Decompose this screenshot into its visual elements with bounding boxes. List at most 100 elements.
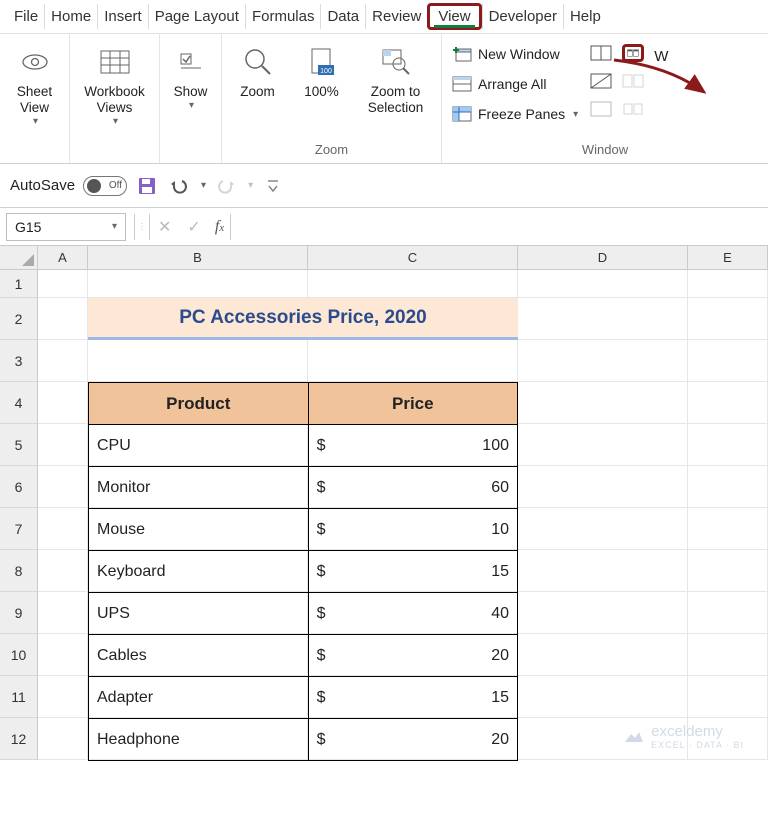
tab-file[interactable]: File [8, 4, 44, 29]
freeze-panes-label: Freeze Panes [478, 106, 565, 122]
tab-home[interactable]: Home [44, 4, 97, 29]
cell-price[interactable]: $20 [308, 719, 517, 761]
zoom-button[interactable]: Zoom [226, 40, 290, 104]
table-row[interactable]: Adapter$15 [89, 677, 518, 719]
table-row[interactable]: Monitor$60 [89, 467, 518, 509]
row-header-3[interactable]: 3 [0, 340, 38, 382]
sheet-title[interactable]: PC Accessories Price, 2020 [88, 298, 518, 340]
freeze-panes-button[interactable]: Freeze Panes ▾ [450, 102, 580, 126]
sheet-view-button[interactable]: Sheet View ▾ [0, 40, 70, 132]
row-header-10[interactable]: 10 [0, 634, 38, 676]
table-row[interactable]: CPU$100 [89, 425, 518, 467]
formula-input[interactable] [231, 213, 768, 241]
cell-price[interactable]: $60 [308, 467, 517, 509]
row-header-12[interactable]: 12 [0, 718, 38, 760]
undo-button[interactable] [167, 174, 191, 198]
th-price[interactable]: Price [308, 383, 517, 425]
row-header-11[interactable]: 11 [0, 676, 38, 718]
qat-customize[interactable] [261, 174, 285, 198]
tab-page-layout[interactable]: Page Layout [148, 4, 245, 29]
table-row[interactable]: Mouse$10 [89, 509, 518, 551]
autosave-state: Off [109, 180, 122, 191]
cutoff-text: W [650, 40, 668, 65]
arrange-all-icon [452, 76, 472, 92]
cell-price[interactable]: $15 [308, 551, 517, 593]
zoom-selection-label: Zoom to Selection [362, 84, 430, 116]
unhide-button[interactable] [590, 100, 612, 118]
cell-product[interactable]: Headphone [89, 719, 309, 761]
row-header-9[interactable]: 9 [0, 592, 38, 634]
name-box[interactable]: G15 ▾ [6, 213, 126, 241]
th-product[interactable]: Product [89, 383, 309, 425]
cell-product[interactable]: Adapter [89, 677, 309, 719]
cell-price[interactable]: $20 [308, 635, 517, 677]
group-window: New Window Arrange All Freeze Panes ▾ [442, 34, 768, 163]
cell-price[interactable]: $40 [308, 593, 517, 635]
table-row[interactable]: Cables$20 [89, 635, 518, 677]
redo-dropdown[interactable]: ▾ [248, 180, 253, 191]
new-window-button[interactable]: New Window [450, 42, 580, 66]
table-row[interactable]: UPS$40 [89, 593, 518, 635]
cell-product[interactable]: Mouse [89, 509, 309, 551]
arrange-all-button[interactable]: Arrange All [450, 72, 580, 96]
cell-price[interactable]: $10 [308, 509, 517, 551]
show-button[interactable]: Show ▾ [163, 40, 219, 116]
freeze-panes-icon [452, 106, 472, 122]
col-header-C[interactable]: C [308, 246, 518, 269]
cancel-icon[interactable]: ✕ [150, 217, 179, 237]
tab-help[interactable]: Help [563, 4, 607, 29]
group-workbook-views: Workbook Views ▾ [70, 34, 160, 163]
autosave-toggle[interactable]: Off [83, 176, 127, 196]
new-window-icon [452, 46, 472, 62]
workbook-views-button[interactable]: Workbook Views ▾ [73, 40, 157, 132]
cell-product[interactable]: Cables [89, 635, 309, 677]
cell-product[interactable]: CPU [89, 425, 309, 467]
undo-dropdown[interactable]: ▾ [201, 180, 206, 191]
sync-scroll-button[interactable] [622, 72, 644, 90]
row-header-2[interactable]: 2 [0, 298, 38, 340]
tab-insert[interactable]: Insert [97, 4, 148, 29]
select-all-button[interactable] [0, 246, 38, 269]
reset-window-button[interactable] [622, 100, 644, 118]
row-header-8[interactable]: 8 [0, 550, 38, 592]
zoom-100-button[interactable]: 100 100% [292, 40, 352, 104]
col-header-D[interactable]: D [518, 246, 688, 269]
row-header-7[interactable]: 7 [0, 508, 38, 550]
cell-product[interactable]: UPS [89, 593, 309, 635]
col-header-B[interactable]: B [88, 246, 308, 269]
checkbox-icon [179, 44, 203, 80]
name-box-value: G15 [15, 219, 41, 235]
quick-access-toolbar: AutoSave Off ▾ ▾ [0, 164, 768, 208]
cell-price[interactable]: $100 [308, 425, 517, 467]
row-header-6[interactable]: 6 [0, 466, 38, 508]
enter-icon[interactable]: ✓ [179, 217, 208, 237]
tab-view[interactable]: View [427, 3, 481, 30]
tab-review[interactable]: Review [365, 4, 427, 29]
cell-product[interactable]: Keyboard [89, 551, 309, 593]
watermark-tag: EXCEL · DATA · BI [651, 740, 744, 750]
hide-button[interactable] [590, 72, 612, 90]
row-header-4[interactable]: 4 [0, 382, 38, 424]
cell-price[interactable]: $15 [308, 677, 517, 719]
show-label: Show [174, 84, 208, 100]
table-row[interactable]: Keyboard$15 [89, 551, 518, 593]
col-header-E[interactable]: E [688, 246, 768, 269]
tab-data[interactable]: Data [320, 4, 365, 29]
fx-icon[interactable]: fx [209, 218, 230, 236]
row-header-1[interactable]: 1 [0, 270, 38, 298]
zoom-label: Zoom [240, 84, 275, 100]
view-side-by-side-button[interactable] [622, 44, 644, 62]
cell-product[interactable]: Monitor [89, 467, 309, 509]
table-row[interactable]: Headphone$20 [89, 719, 518, 761]
tab-formulas[interactable]: Formulas [245, 4, 321, 29]
split-button[interactable] [590, 44, 612, 62]
save-button[interactable] [135, 174, 159, 198]
svg-text:100: 100 [320, 68, 332, 75]
zoom-selection-button[interactable]: Zoom to Selection [354, 40, 438, 120]
col-header-A[interactable]: A [38, 246, 88, 269]
tab-developer[interactable]: Developer [482, 4, 563, 29]
expand-icon[interactable]: ⋮ [135, 222, 149, 231]
row-header-5[interactable]: 5 [0, 424, 38, 466]
cells-area[interactable]: PC Accessories Price, 2020 Product Price… [38, 270, 768, 760]
redo-button[interactable] [214, 174, 238, 198]
